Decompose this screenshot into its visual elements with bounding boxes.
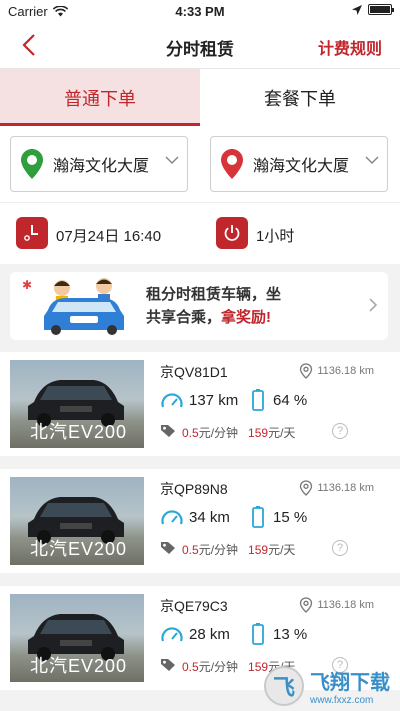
chevron-right-icon xyxy=(369,298,378,312)
car-model-label: 北汽EV200 xyxy=(30,656,128,676)
help-icon[interactable]: ? xyxy=(332,540,348,556)
location-row: 瀚海文化大厦 瀚海文化大厦 xyxy=(0,126,400,202)
distance: 1136.18 km xyxy=(299,597,374,613)
price-tag-icon xyxy=(161,542,175,554)
location-outline-icon xyxy=(300,363,313,379)
battery-level-icon xyxy=(252,506,264,528)
watermark-url: www.fxxz.com xyxy=(310,694,374,706)
watermark-logo-icon: 飞 xyxy=(264,665,304,706)
return-location-label: 瀚海文化大厦 xyxy=(253,158,350,175)
status-time: 4:33 PM xyxy=(175,4,225,19)
location-outline-icon xyxy=(300,597,313,613)
battery-value: 15 % xyxy=(273,509,308,526)
range-value: 34 km xyxy=(189,509,230,526)
battery-level-icon xyxy=(252,623,264,645)
battery-level-icon xyxy=(252,389,264,411)
distance-value: 1136.18 km xyxy=(317,482,374,494)
plate-number: 京QV81D1 xyxy=(160,364,228,380)
return-location-select[interactable]: 瀚海文化大厦 xyxy=(210,136,388,192)
location-outline-icon xyxy=(300,480,313,496)
car-model-label: 北汽EV200 xyxy=(30,422,128,442)
duration-value[interactable]: 1小时 xyxy=(256,225,294,246)
price-tag-icon xyxy=(161,425,175,437)
gauge-icon xyxy=(161,627,183,642)
distance-value: 1136.18 km xyxy=(317,599,374,611)
distance-value: 1136.18 km xyxy=(317,365,374,377)
car-model-label: 北汽EV200 xyxy=(30,539,128,559)
pickup-location-select[interactable]: 瀚海文化大厦 xyxy=(10,136,188,192)
start-time-value[interactable]: 07月24日 16:40 xyxy=(56,225,161,246)
promo-text: 租分时租赁车辆，坐 共享合乘，拿奖励! xyxy=(146,283,356,329)
schedule-row: 07月24日 16:40 1小时 xyxy=(0,202,400,264)
location-pin-red-icon xyxy=(221,149,243,179)
status-right xyxy=(352,4,394,15)
promo-line-2: 共享合乘，拿奖励! xyxy=(146,309,272,326)
status-bar: Carrier 4:33 PM xyxy=(0,0,400,22)
clock-icon xyxy=(24,225,38,241)
help-icon[interactable]: ? xyxy=(332,423,348,439)
site-watermark: 飞 飞翔下载 www.fxxz.com xyxy=(264,660,400,711)
vehicle-card[interactable]: 北汽EV200 京QV81D1 1136.18 km 137 km 64 % 0… xyxy=(0,352,400,456)
tab-regular-order[interactable]: 普通下单 xyxy=(0,69,200,126)
billing-rules-link[interactable]: 计费规则 xyxy=(318,35,382,59)
promo-banner[interactable]: ✱ 租分时租赁车辆，坐 共享合乘，拿奖励! xyxy=(10,272,388,340)
range-value: 137 km xyxy=(189,392,239,409)
vehicle-card[interactable]: 北汽EV200 京QP89N8 1136.18 km 34 km 15 % 0.… xyxy=(0,469,400,573)
range-value: 28 km xyxy=(189,626,230,643)
pickup-location-label: 瀚海文化大厦 xyxy=(53,158,150,175)
plate-number: 京QP89N8 xyxy=(160,481,228,497)
duration-button[interactable] xyxy=(216,217,248,249)
car-photo: 北汽EV200 xyxy=(10,594,144,682)
chevron-down-icon xyxy=(165,156,179,165)
gauge-icon xyxy=(161,510,183,525)
location-arrow-icon xyxy=(352,4,362,15)
car-photo: 北汽EV200 xyxy=(10,360,144,448)
nav-bar: 分时租赁 计费规则 xyxy=(0,22,400,68)
price-tag-icon xyxy=(161,659,175,671)
promo-highlight: 拿奖励! xyxy=(221,309,272,326)
promo-line-1: 租分时租赁车辆，坐 xyxy=(146,286,282,303)
gauge-icon xyxy=(161,393,183,408)
tab-package-order[interactable]: 套餐下单 xyxy=(200,69,400,126)
location-pin-green-icon xyxy=(21,149,43,179)
battery-value: 13 % xyxy=(273,626,308,643)
power-icon xyxy=(224,225,240,241)
chevron-down-icon xyxy=(365,156,379,165)
price-info: 0.5元/分钟 159元/天 xyxy=(182,543,296,557)
sparkle-icon: ✱ xyxy=(22,278,33,292)
battery-value: 64 % xyxy=(273,392,308,409)
battery-icon xyxy=(368,4,394,15)
car-photo: 北汽EV200 xyxy=(10,477,144,565)
distance: 1136.18 km xyxy=(299,363,374,379)
distance: 1136.18 km xyxy=(299,480,374,496)
plate-number: 京QE79C3 xyxy=(160,598,228,614)
order-tabs: 普通下单 套餐下单 xyxy=(0,68,400,126)
start-time-button[interactable] xyxy=(16,217,48,249)
watermark-brand: 飞翔下载 xyxy=(310,671,390,694)
price-info: 0.5元/分钟 159元/天 xyxy=(182,426,296,440)
carpool-illustration xyxy=(44,278,124,335)
